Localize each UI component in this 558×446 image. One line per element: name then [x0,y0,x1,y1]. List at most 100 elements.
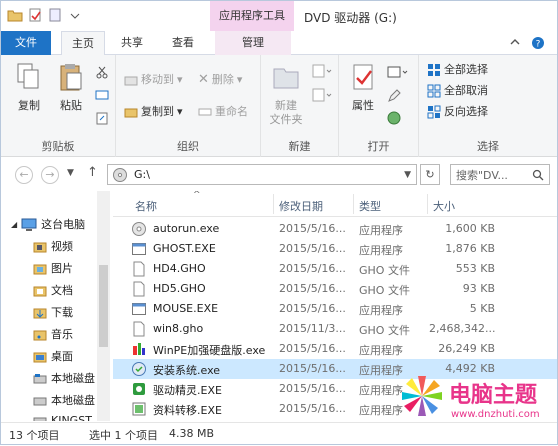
history-icon[interactable] [387,111,401,125]
open-icon[interactable] [387,65,409,79]
sidebar-item-music[interactable]: 音乐 [33,325,73,345]
cut-icon[interactable] [95,65,109,79]
chevron-down-icon[interactable] [67,7,83,23]
select-all-button[interactable]: 全部选择 [427,61,488,79]
refresh-button[interactable]: ↻ [420,164,440,185]
invert-selection-button[interactable]: 反向选择 [427,103,488,121]
sidebar-item-label: 下载 [51,306,73,319]
delete-button[interactable]: ✕ 删除 ▾ [198,71,242,89]
ribbon-controls: ? [509,36,545,50]
table-row[interactable]: HD5.GHO 2015/5/16... GHO 文件 93 KB [113,279,557,299]
properties-label: 属性 [352,99,374,112]
search-input[interactable]: 搜索"DV... [456,167,508,183]
watermark-logo-icon [402,376,442,416]
copy-path-icon[interactable] [95,88,109,102]
move-to-icon [124,76,138,86]
sidebar-item-label: 这台电脑 [41,218,86,231]
file-type: 应用程序 [359,384,403,397]
sort-arrow-icon: ^ [193,191,201,200]
new-folder-icon[interactable] [47,7,63,23]
tab-home[interactable]: 主页 [61,31,105,55]
sidebar-scrollbar-thumb[interactable] [99,265,108,347]
item-count: 13 个项目 [9,429,60,442]
group-label-new: 新建 [288,140,311,153]
select-all-icon [428,64,440,76]
dvd-drive-icon [113,167,127,182]
search-box[interactable]: 搜索"DV... [450,164,550,185]
move-to-button[interactable]: 移动到 ▾ [124,71,183,89]
copy-button[interactable]: 复制 [9,61,49,113]
forward-button[interactable]: → [41,166,59,184]
new-folder-icon [273,68,299,89]
paste-shortcut-icon[interactable] [95,111,109,125]
help-icon[interactable]: ? [531,36,545,50]
sidebar-item-desktop[interactable]: 桌面 [33,347,73,367]
column-type[interactable]: 类型 [359,198,381,214]
column-divider[interactable] [427,194,428,214]
rename-button[interactable]: 重命名 [198,103,248,121]
column-divider[interactable] [353,194,354,214]
tab-file[interactable]: 文件 [1,31,51,55]
search-icon [532,169,544,180]
address-dropdown-icon[interactable]: ▼ [404,170,411,180]
recent-locations-button[interactable]: ▼ [67,168,74,178]
sidebar-item-this-pc[interactable]: ◢ 这台电脑 [11,215,85,235]
group-clipboard: 复制 粘贴 剪贴板 [1,55,116,157]
up-button[interactable]: ↑ [87,165,98,180]
properties-icon[interactable] [27,7,43,23]
edit-icon[interactable] [387,89,401,103]
music-folder-icon [33,330,47,341]
table-row[interactable]: autorun.exe 2015/5/16... 应用程序 1,600 KB [113,219,557,239]
file-type: 应用程序 [359,244,403,257]
back-button[interactable]: ← [15,166,33,184]
drive-icon [33,417,47,421]
group-label-organize: 组织 [177,140,199,153]
app-icon [132,303,146,315]
sidebar-item-pictures[interactable]: 图片 [33,259,73,279]
easy-access-icon[interactable] [311,87,333,103]
new-folder-button[interactable]: 新建 文件夹 [263,61,309,127]
paste-button[interactable]: 粘贴 [51,61,91,113]
column-divider[interactable] [273,194,274,214]
table-row[interactable]: GHOST.EXE 2015/5/16... 应用程序 1,876 KB [113,239,557,259]
tab-share[interactable]: 共享 [112,31,152,55]
table-row[interactable]: WinPE加强硬盘版.exe 2015/5/16... 应用程序 26,249 KB [113,339,557,359]
tab-manage[interactable]: 管理 [215,31,291,55]
explorer-window: 应用程序工具 DVD 驱动器 (G:) 文件 主页 共享 查看 管理 ? 复制 … [0,0,558,445]
select-none-button[interactable]: 全部取消 [427,82,488,100]
sidebar-item-label: 视频 [51,240,73,253]
properties-button[interactable]: 属性 [343,61,383,113]
app-icon [132,243,146,255]
column-name[interactable]: 名称 [135,198,157,214]
sidebar-item-videos[interactable]: 视频 [33,237,73,257]
folder-icon[interactable] [7,7,23,23]
address-bar[interactable]: G:\ ▼ [107,164,417,185]
sidebar-item-label: KINGST [51,414,92,421]
minimize-ribbon-icon[interactable] [509,36,521,48]
sidebar-item-downloads[interactable]: 下载 [33,303,73,323]
computer-icon [21,218,37,231]
table-row[interactable]: MOUSE.EXE 2015/5/16... 应用程序 5 KB [113,299,557,319]
table-row[interactable]: win8.gho 2015/11/3... GHO 文件 2,468,342... [113,319,557,339]
copy-to-button[interactable]: 复制到 ▾ [124,103,183,121]
tab-view[interactable]: 查看 [163,31,203,55]
column-headers: ^ 名称 修改日期 类型 大小 [113,191,557,217]
sidebar-item-local-disk-d[interactable]: 本地磁盘 [33,391,95,411]
new-item-icon[interactable] [311,63,333,79]
file-name: 资料转移.EXE [153,404,222,417]
sidebar-item-kingston[interactable]: KINGST [33,411,92,421]
file-size: 2,468,342... [429,322,496,335]
sidebar-item-documents[interactable]: 文档 [33,281,73,301]
file-date: 2015/5/16... [279,302,346,315]
sidebar-item-local-disk-c[interactable]: 本地磁盘 [33,369,95,389]
file-size: 1,876 KB [445,242,495,255]
column-size[interactable]: 大小 [433,198,455,214]
pictures-folder-icon [33,264,47,275]
paste-label: 粘贴 [60,99,82,112]
column-date[interactable]: 修改日期 [279,198,323,214]
watermark-text: 电脑主题 [449,383,538,408]
window-title: DVD 驱动器 (G:) [304,11,397,25]
title-bar: 应用程序工具 DVD 驱动器 (G:) [1,1,557,31]
file-name: MOUSE.EXE [153,302,219,315]
table-row[interactable]: HD4.GHO 2015/5/16... GHO 文件 553 KB [113,259,557,279]
